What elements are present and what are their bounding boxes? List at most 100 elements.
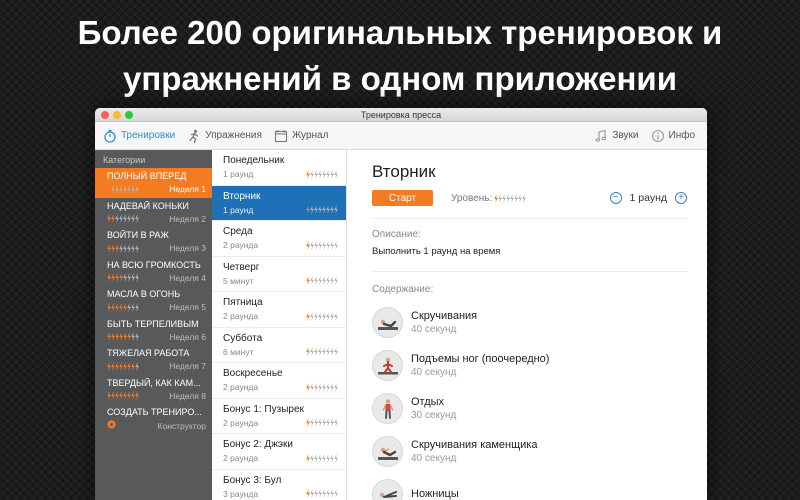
increase-rounds-button[interactable]: + — [675, 192, 687, 204]
day-name: Понедельник — [223, 155, 285, 166]
day-rounds: 5 минут — [223, 275, 254, 286]
day-name: Четверг — [223, 261, 260, 273]
category-item[interactable]: ТВЕРДЫЙ, КАК КАМ... Неделя 8 — [95, 375, 212, 405]
window-title: Тренировка пресса — [360, 110, 442, 120]
minimize-window-button[interactable] — [113, 111, 121, 119]
divider — [372, 218, 687, 219]
exercise-item[interactable]: Ножницы — [372, 473, 687, 500]
categories-sidebar: Категории ПОЛНЫЙ ВПЕРЕД Неделя 1 НАДЕВАЙ К… — [95, 150, 212, 500]
start-button[interactable]: Старт — [372, 190, 433, 206]
category-week: Неделя 1 — [169, 184, 206, 194]
day-item[interactable]: Бонус 3: Бул 3 раунда — [212, 470, 346, 500]
bolt-icon — [306, 418, 338, 427]
day-meta: 2 раунда — [223, 240, 338, 250]
day-rounds: 6 минут — [223, 346, 254, 357]
tab-journal[interactable]: Журнал — [274, 129, 329, 143]
exercise-item[interactable]: Скручивания каменщика 40 секунд — [372, 430, 687, 473]
bolt-icon — [107, 273, 139, 282]
exercise-duration: 40 секунд — [411, 367, 457, 378]
exercise-list: Скручивания 40 секунд Подъемы ног (поочере… — [372, 301, 687, 500]
exercise-item[interactable]: Подъемы ног (поочередно) 40 секунд — [372, 344, 687, 387]
exercise-name: Отдых — [411, 396, 445, 408]
decrease-rounds-button[interactable]: − — [609, 192, 622, 204]
day-rounds: 3 раунда — [223, 488, 259, 499]
category-item[interactable]: ВОЙТИ В РАЖ Неделя 3 — [95, 227, 212, 257]
level-bolts — [494, 193, 527, 203]
day-name: Бонус 2: Джэки — [223, 439, 293, 450]
calendar-icon — [274, 129, 288, 143]
category-item[interactable]: МАСЛА В ОГОНЬ Неделя 5 — [95, 286, 212, 316]
category-title: МАСЛА В ОГОНЬ — [107, 289, 181, 299]
day-item[interactable]: Бонус 2: Джэки 2 раунда — [212, 434, 346, 470]
leg-raise-figure-icon — [372, 350, 403, 381]
category-item[interactable]: ТЯЖЕЛАЯ РАБОТА Неделя 7 — [95, 345, 212, 375]
tab-workouts[interactable]: Тренировки — [103, 129, 175, 143]
zoom-window-button[interactable] — [125, 111, 133, 119]
category-week: Конструктор — [157, 420, 206, 431]
category-title: БЫТЬ ТЕРПЕЛИВЫМ — [107, 318, 199, 329]
day-item[interactable]: Воскресенье 2 раунда — [212, 363, 346, 399]
category-item[interactable]: НАДЕВАЙ КОНЬКИ Неделя 2 — [95, 198, 212, 228]
tab-journal-label: Журнал — [291, 130, 329, 141]
oblique-crunch-figure-icon — [372, 436, 403, 467]
day-meta: 2 раунда — [223, 311, 338, 321]
day-rounds: 2 раунда — [223, 311, 259, 321]
day-item[interactable]: Понедельник 1 раунд — [212, 150, 346, 186]
day-meta: 2 раунда — [223, 382, 338, 392]
divider — [372, 271, 687, 272]
day-name: Пятница — [223, 297, 263, 308]
day-item[interactable]: Бонус 1: Пузырек 2 раунда — [212, 399, 346, 434]
day-meta: 2 раунда — [223, 453, 338, 463]
bolt-icon — [306, 276, 338, 285]
bolt-icon — [107, 332, 139, 341]
close-window-button[interactable] — [101, 111, 109, 119]
app-window: Тренировка пресса Тренировки Упражнения … — [95, 108, 707, 500]
bolt-icon — [306, 453, 338, 463]
category-title: ТЯЖЕЛАЯ РАБОТА — [107, 348, 190, 358]
day-meta: 3 раунда — [223, 489, 338, 499]
category-title: НАДЕВАЙ КОНЬКИ — [107, 200, 189, 211]
day-item[interactable]: Четверг 5 минут — [212, 257, 346, 292]
tab-exercises[interactable]: Упражнения — [187, 129, 262, 143]
description-label: Описание: — [372, 229, 421, 240]
info-button[interactable]: Инфо — [651, 129, 695, 143]
day-rounds: 1 раунд — [223, 169, 254, 179]
category-item[interactable]: НА ВСЮ ГРОМКОСТЬ Неделя 4 — [95, 257, 212, 287]
day-item[interactable]: Пятница 2 раунда — [212, 292, 346, 328]
category-week: Неделя 6 — [169, 331, 206, 342]
category-item[interactable]: БЫТЬ ТЕРПЕЛИВЫМ Неделя 6 — [95, 316, 212, 346]
rounds-value: 1 раунд — [629, 192, 668, 204]
stopwatch-icon — [103, 129, 117, 143]
day-name: Суббота — [223, 332, 263, 344]
day-name: Бонус 1: Пузырек — [223, 403, 304, 415]
category-item[interactable]: СОЗДАТЬ ТРЕНИРО... Конструктор — [95, 404, 212, 434]
category-meta: Неделя 3 — [107, 243, 206, 253]
description-text: Выполнить 1 раунд на время — [372, 246, 501, 257]
bolt-icon — [306, 489, 338, 498]
sounds-button[interactable]: Звуки — [594, 129, 639, 143]
categories-header: Категории — [103, 155, 146, 165]
day-rounds: 2 раунда — [223, 240, 259, 250]
workout-controls: Старт Уровень: − 1 раунд + — [372, 190, 687, 206]
window-controls — [101, 111, 133, 119]
category-title: СОЗДАТЬ ТРЕНИРО... — [107, 407, 202, 417]
category-item[interactable]: ПОЛНЫЙ ВПЕРЕД Неделя 1 — [95, 168, 212, 198]
day-rounds: 2 раунда — [223, 382, 259, 392]
day-item[interactable]: Вторник 1 раунд — [212, 185, 346, 221]
category-title: НА ВСЮ ГРОМКОСТЬ — [107, 259, 201, 270]
exercise-item[interactable]: Скручивания 40 секунд — [372, 301, 687, 344]
day-item[interactable]: Суббота 6 минут — [212, 328, 346, 363]
bolt-icon — [107, 214, 139, 223]
bolt-icon — [306, 205, 338, 214]
title-bar: Тренировка пресса — [95, 108, 707, 122]
bolt-icon — [306, 169, 338, 179]
exercise-item[interactable]: Отдых 30 секунд — [372, 387, 687, 430]
day-item[interactable]: Среда 2 раунда — [212, 221, 346, 257]
level-indicator: Уровень: — [451, 193, 527, 204]
category-title: ПОЛНЫЙ ВПЕРЕД — [107, 171, 187, 181]
sounds-label: Звуки — [612, 130, 639, 141]
category-week: Неделя 4 — [169, 272, 206, 283]
tab-exercises-label: Упражнения — [205, 130, 262, 141]
exercise-name: Скручивания каменщика — [411, 439, 538, 451]
headline-line-2: упражнений в одном приложении — [123, 60, 677, 97]
